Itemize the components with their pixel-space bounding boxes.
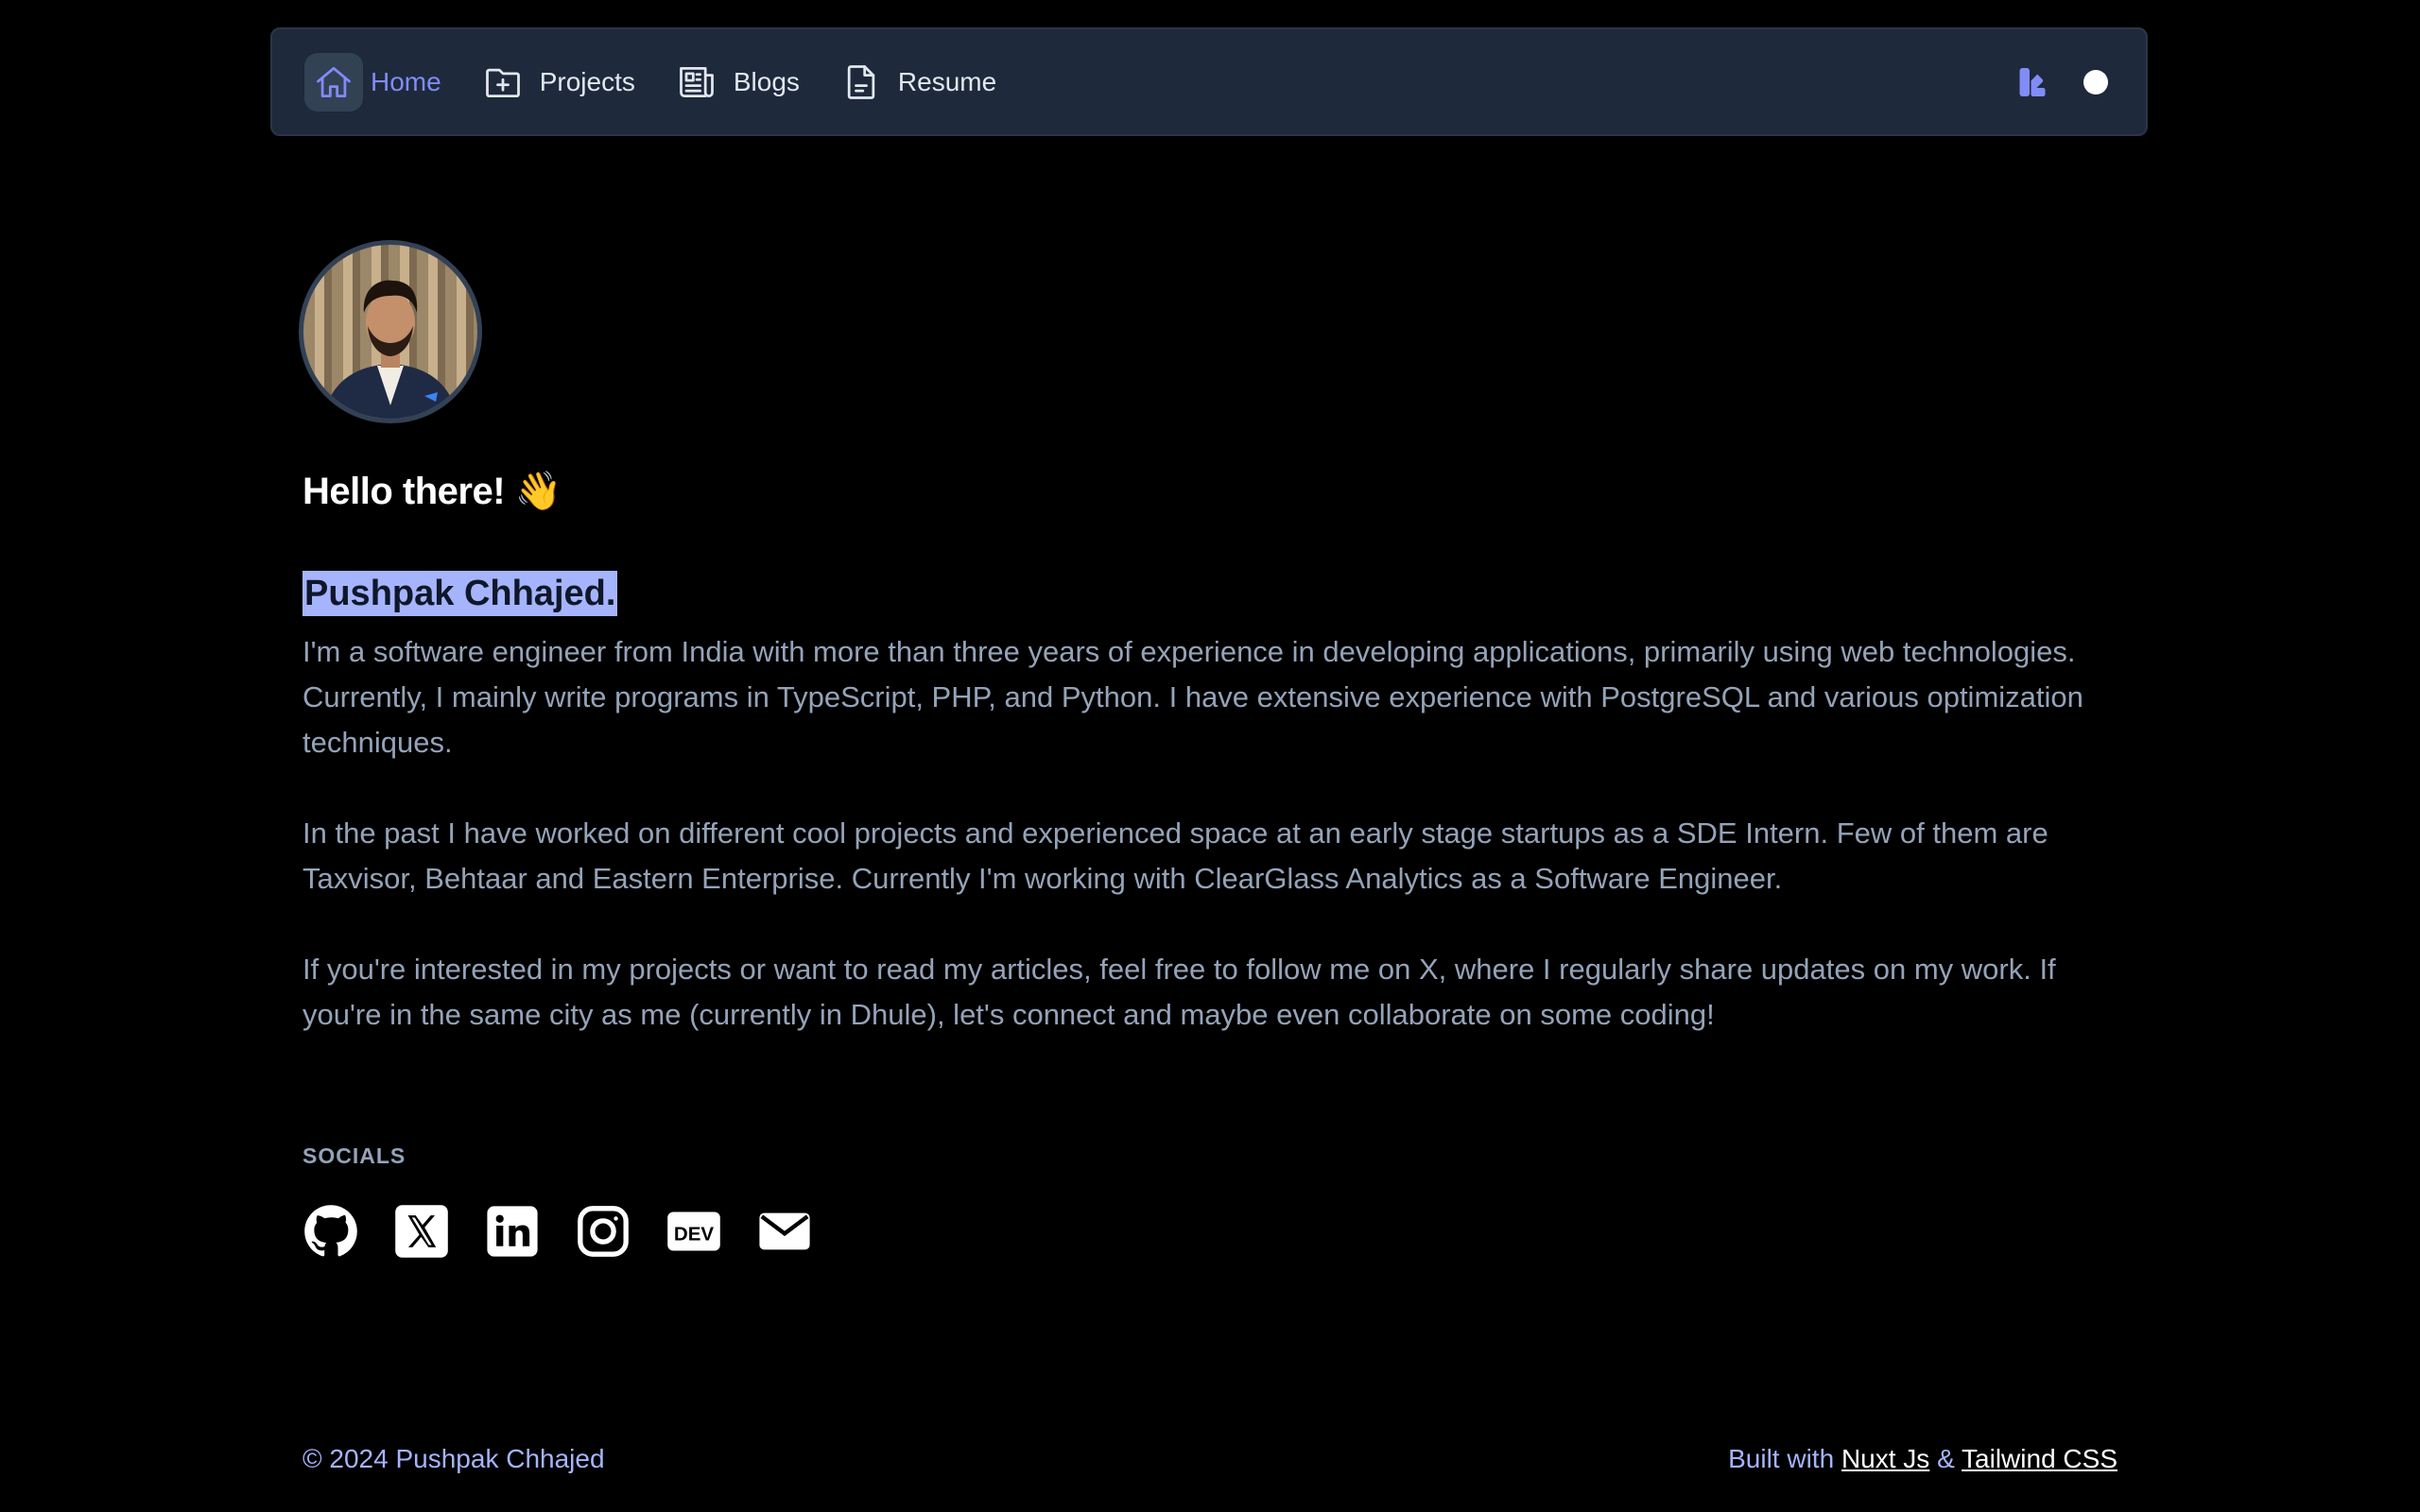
x-icon[interactable]	[393, 1203, 450, 1260]
nav-label-blogs: Blogs	[733, 66, 800, 96]
socials-list: DEV	[302, 1203, 847, 1260]
tailwind-link[interactable]: Tailwind CSS	[1962, 1444, 2118, 1473]
bio-paragraph: If you're interested in my projects or w…	[302, 953, 2056, 1031]
nav-label-projects: Projects	[539, 66, 635, 96]
github-icon[interactable]	[302, 1203, 359, 1260]
nuxt-link[interactable]: Nuxt Js	[1841, 1444, 1929, 1473]
top-navbar: Home Projects Blogs Resume	[270, 27, 2148, 136]
footer-copyright: © 2024 Pushpak Chhajed	[302, 1444, 605, 1473]
socials-heading: SOCIALS	[302, 1143, 406, 1168]
bio: I'm a software engineer from India with …	[302, 629, 2099, 1083]
bio-paragraph: I'm a software engineer from India with …	[302, 635, 2083, 759]
nav-item-resume[interactable]: Resume	[832, 51, 996, 113]
footer-built-prefix: Built with	[1728, 1444, 1835, 1473]
home-icon	[304, 52, 363, 112]
profile-name: Pushpak Chhajed.	[302, 571, 618, 616]
theme-toggle-icon[interactable]	[2083, 69, 2108, 94]
newspaper-icon	[667, 53, 726, 112]
footer-separator: &	[1937, 1444, 1955, 1473]
dev-icon[interactable]: DEV	[666, 1203, 722, 1260]
document-icon	[832, 53, 890, 112]
bio-paragraph: In the past I have worked on different c…	[302, 816, 2048, 895]
folder-plus-icon	[474, 53, 532, 112]
nav-item-home[interactable]: Home	[304, 51, 441, 113]
greeting-heading: Hello there! 👋	[302, 471, 562, 512]
nav-label-resume: Resume	[897, 66, 997, 96]
palette-icon[interactable]	[2014, 63, 2051, 101]
instagram-icon[interactable]	[575, 1203, 631, 1260]
linkedin-icon[interactable]	[484, 1203, 541, 1260]
footer-credits: Built with Nuxt Js & Tailwind CSS	[1728, 1444, 2118, 1474]
avatar	[299, 240, 482, 423]
nav-actions	[2014, 63, 2146, 101]
dev-icon-text: DEV	[674, 1224, 715, 1246]
page: Home Projects Blogs Resume Hello there! …	[0, 0, 2420, 1512]
nav-item-projects[interactable]: Projects	[474, 51, 635, 113]
nav-item-blogs[interactable]: Blogs	[667, 51, 800, 113]
nav-label-home: Home	[371, 66, 441, 96]
mail-icon[interactable]	[756, 1203, 813, 1260]
